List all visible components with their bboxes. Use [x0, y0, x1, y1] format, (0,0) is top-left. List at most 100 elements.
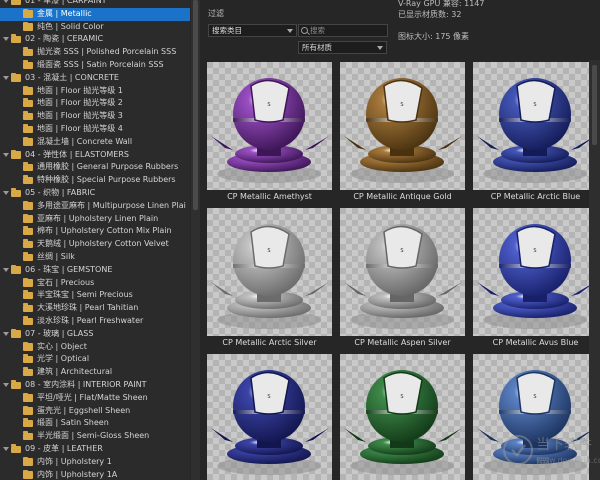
material-tile[interactable]: S CP Metallic Amethyst: [205, 60, 334, 206]
svg-text:S: S: [267, 394, 270, 400]
chevron-down-icon[interactable]: [3, 267, 9, 272]
tree-item[interactable]: 棉布 | Upholstery Cotton Mix Plain: [0, 225, 190, 238]
material-preview: S: [340, 208, 465, 336]
grid-scroll-thumb[interactable]: [592, 65, 597, 145]
tree-item-label: 缎面瓷 SSS | Satin Porcelain SSS: [37, 60, 164, 69]
folder-icon: [23, 431, 33, 441]
folder-icon: [23, 111, 33, 121]
material-tile[interactable]: S CP Metallic Antique Gold: [338, 60, 467, 206]
tree-item-label: 内饰 | Upholstery 1A: [37, 469, 118, 479]
tree-item-label: 平坦/哑光 | Flat/Matte Sheen: [37, 392, 148, 402]
tree-item[interactable]: 实心 | Object: [0, 341, 190, 354]
material-tile[interactable]: S CP Metallic Arctic Silver: [205, 206, 334, 352]
tree-scrollbar[interactable]: [191, 0, 200, 480]
folder-icon: [23, 124, 33, 133]
search-field[interactable]: [298, 24, 388, 37]
tree-item[interactable]: 亚麻布 | Upholstery Linen Plain: [0, 213, 190, 226]
tree-item[interactable]: 天鹅绒 | Upholstery Cotton Velvet: [0, 238, 190, 251]
svg-text:S: S: [267, 248, 270, 254]
tree-item-label: 多用途亚麻布 | Multipurpose Linen Plai: [37, 200, 186, 210]
folder-icon: [11, 188, 21, 197]
tree-category[interactable]: 07 - 玻璃 | GLASS: [0, 328, 190, 341]
tree-item[interactable]: 大溪地珍珠 | Pearl Tahitian: [0, 302, 190, 315]
tree-category[interactable]: 05 - 织物 | FABRIC: [0, 187, 190, 200]
svg-text:S: S: [533, 394, 536, 400]
tree-item[interactable]: 地面 | Floor 抛光等级 4: [0, 123, 190, 136]
tree-item[interactable]: 建筑 | Architectural: [0, 366, 190, 379]
folder-icon: [11, 72, 21, 82]
folder-icon: [23, 21, 33, 31]
materials-select[interactable]: 所有材质: [298, 41, 387, 54]
tree-item[interactable]: 内饰 | Upholstery 1A: [0, 469, 190, 480]
folder-icon: [23, 200, 33, 210]
chevron-down-icon[interactable]: [3, 0, 9, 3]
tree-item[interactable]: 内饰 | Upholstery 1: [0, 456, 190, 469]
tree-item-label: 棉布 | Upholstery Cotton Mix Plain: [37, 226, 172, 236]
chevron-down-icon[interactable]: [3, 447, 9, 451]
tree-item[interactable]: 缎面 | Satin Sheen: [0, 417, 190, 430]
svg-text:S: S: [533, 102, 536, 108]
folder-icon: [11, 444, 21, 453]
tree-item[interactable]: 混凝土墙 | Concrete Wall: [0, 136, 190, 149]
tree-item[interactable]: 金属 | Metallic: [0, 7, 190, 21]
material-name: CP Metallic Amethyst: [227, 192, 312, 201]
material-tile[interactable]: S: [205, 352, 334, 480]
tree-item[interactable]: 丝绸 | Silk: [0, 251, 190, 264]
tree-item-label: 蛋壳光 | Eggshell Sheen: [37, 405, 131, 415]
category-select[interactable]: 搜索类目: [208, 24, 297, 37]
folder-icon: [23, 8, 33, 18]
chevron-down-icon[interactable]: [3, 331, 9, 336]
tree-item[interactable]: 缎面瓷 SSS | Satin Porcelain SSS: [0, 59, 190, 72]
tree-item-label: 光学 | Optical: [37, 354, 90, 364]
tree-item[interactable]: 多用途亚麻布 | Multipurpose Linen Plai: [0, 200, 190, 213]
grid-scrollbar[interactable]: [589, 60, 600, 480]
watermark-title: 当下软件园: [536, 437, 592, 473]
chevron-down-icon[interactable]: [3, 191, 9, 195]
tree-category[interactable]: 04 - 弹性体 | ELASTOMERS: [0, 149, 190, 162]
folder-icon: [23, 213, 33, 223]
folder-icon: [23, 456, 33, 466]
tree-item-label: 通用橡胶 | General Purpose Rubbers: [37, 162, 179, 172]
material-tile[interactable]: S CP Metallic Avus Blue: [471, 206, 597, 352]
chevron-down-icon[interactable]: [3, 152, 9, 157]
tree-category[interactable]: 01 - 车漆 | CARPAINT: [0, 0, 190, 8]
tree-category[interactable]: 08 - 室内涂料 | INTERIOR PAINT: [0, 379, 190, 392]
tree-item[interactable]: 半宝珠宝 | Semi Precious: [0, 289, 190, 302]
tree-item[interactable]: 宝石 | Precious: [0, 277, 190, 290]
chevron-down-icon[interactable]: [3, 75, 9, 80]
tree-scroll-thumb[interactable]: [193, 0, 198, 210]
material-name: CP Metallic Antique Gold: [353, 192, 452, 201]
material-preview: S: [473, 208, 597, 336]
folder-icon: [23, 85, 33, 95]
tree-item-label: 05 - 织物 | FABRIC: [25, 188, 96, 197]
tree-item[interactable]: 淡水珍珠 | Pearl Freshwater: [0, 315, 190, 328]
search-input[interactable]: [310, 25, 380, 36]
tree-item[interactable]: 平坦/哑光 | Flat/Matte Sheen: [0, 392, 190, 405]
material-tile[interactable]: S CP Metallic Aspen Silver: [338, 206, 467, 352]
tree-item[interactable]: 特种橡胶 | Special Purpose Rubbers: [0, 174, 190, 187]
tree-item[interactable]: 半光缎面 | Semi-Gloss Sheen: [0, 430, 190, 443]
shown-material-count: 已显示材质数: 32: [398, 10, 462, 19]
tree-item[interactable]: 蛋壳光 | Eggshell Sheen: [0, 405, 190, 418]
tree-item[interactable]: 纯色 | Solid Color: [0, 21, 190, 34]
material-tile[interactable]: S: [338, 352, 467, 480]
folder-icon: [23, 392, 33, 402]
tree-item[interactable]: 地面 | Floor 抛光等级 1: [0, 85, 190, 98]
material-tile[interactable]: S CP Metallic Arctic Blue: [471, 60, 597, 206]
tree-item[interactable]: 光学 | Optical: [0, 353, 190, 366]
tree-item-label: 纯色 | Solid Color: [37, 21, 104, 31]
tree-item[interactable]: 通用橡胶 | General Purpose Rubbers: [0, 161, 190, 174]
tree-item[interactable]: 抛光瓷 SSS | Polished Porcelain SSS: [0, 46, 190, 59]
tree-item-label: 04 - 弹性体 | ELASTOMERS: [25, 149, 129, 159]
tree-category[interactable]: 03 - 混凝土 | CONCRETE: [0, 72, 190, 85]
chevron-down-icon: [377, 46, 383, 50]
tree-item[interactable]: 地面 | Floor 抛光等级 2: [0, 97, 190, 110]
chevron-down-icon[interactable]: [3, 383, 9, 387]
tree-category[interactable]: 06 - 珠宝 | GEMSTONE: [0, 264, 190, 277]
tree-item-label: 抛光瓷 SSS | Polished Porcelain SSS: [37, 47, 177, 57]
tree-item[interactable]: 地面 | Floor 抛光等级 3: [0, 110, 190, 123]
folder-icon: [23, 354, 33, 364]
tree-category[interactable]: 09 - 皮革 | LEATHER: [0, 443, 190, 456]
chevron-down-icon[interactable]: [3, 37, 9, 42]
tree-category[interactable]: 02 - 陶瓷 | CERAMIC: [0, 33, 190, 46]
